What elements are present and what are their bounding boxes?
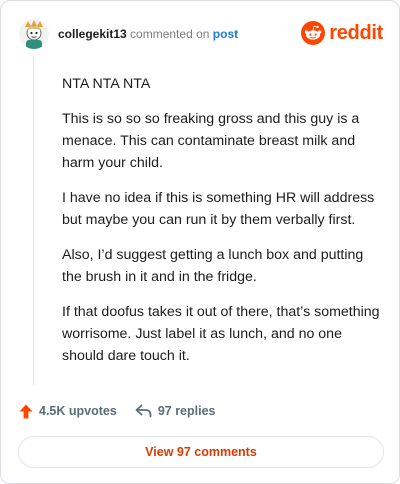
comment-paragraph: NTA NTA NTA: [62, 76, 151, 92]
comment-meta: collegekit13 commented on post: [58, 26, 238, 42]
reddit-snoo-icon: [301, 21, 326, 45]
comment-paragraph: This is so so so freaking gross and this…: [62, 111, 360, 171]
username-link[interactable]: collegekit13: [58, 27, 127, 41]
upvote-arrow-icon: [19, 404, 33, 418]
comment-footer: 4.5K upvotes 97 replies: [19, 399, 216, 423]
comment-header: collegekit13 commented on post reddit: [19, 17, 383, 51]
action-text: commented on: [130, 27, 210, 41]
comment-card: collegekit13 commented on post reddit NT…: [0, 0, 400, 484]
user-avatar[interactable]: [19, 19, 49, 49]
comment-paragraph: If that doofus takes it out of there, th…: [62, 304, 380, 364]
upvote-count: 4.5K upvotes: [39, 404, 117, 418]
upvote-button[interactable]: 4.5K upvotes: [19, 404, 117, 419]
reddit-logo[interactable]: reddit: [301, 21, 383, 45]
reply-count: 97 replies: [157, 404, 216, 418]
reply-arrow-icon: [135, 404, 152, 418]
comment-body: NTA NTA NTA This is so so so freaking gr…: [62, 73, 382, 380]
comment-paragraph: Also, I’d suggest getting a lunch box an…: [62, 247, 364, 285]
replies-button[interactable]: 97 replies: [135, 404, 216, 418]
avatar-image: [19, 19, 49, 49]
comment-paragraph: I have no idea if this is something HR w…: [62, 190, 375, 228]
thread-line[interactable]: [33, 55, 34, 385]
reddit-wordmark: reddit: [329, 21, 383, 44]
view-comments-button[interactable]: View 97 comments: [18, 436, 384, 468]
post-link[interactable]: post: [213, 27, 238, 41]
